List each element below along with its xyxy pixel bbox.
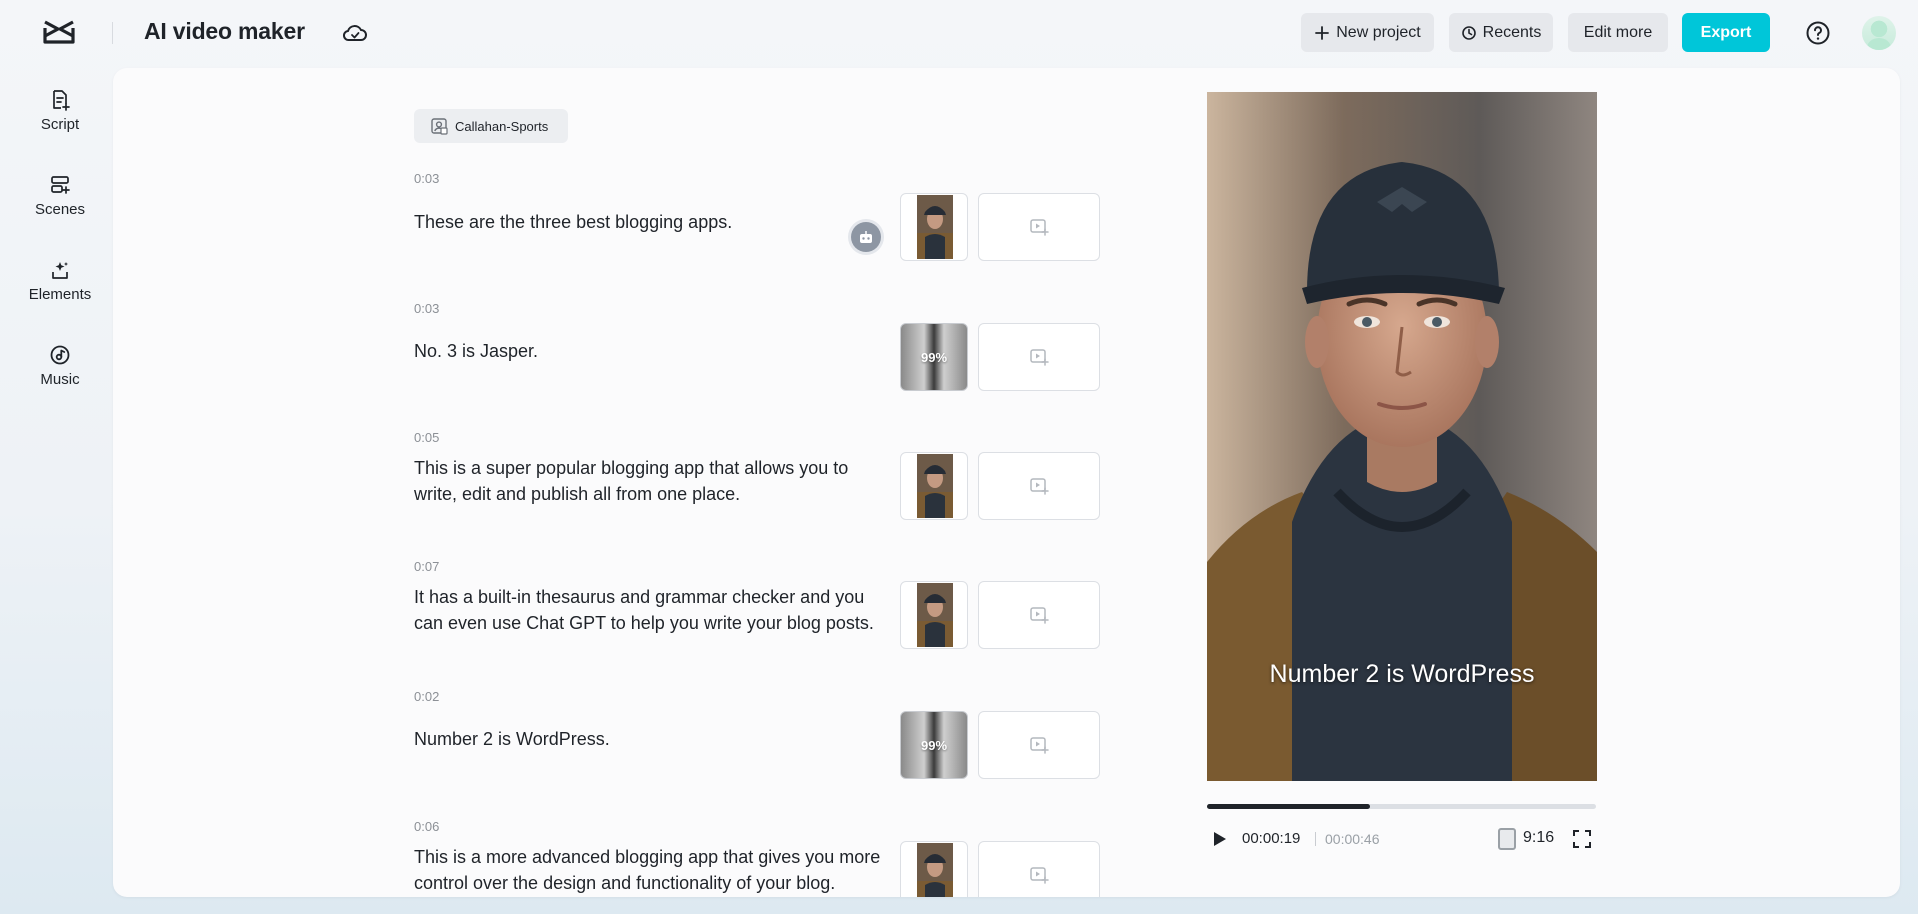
edit-more-button[interactable]: Edit more — [1568, 13, 1668, 52]
add-media-icon — [1030, 478, 1049, 495]
scene-item[interactable]: 0:05 This is a super popular blogging ap… — [414, 430, 1114, 550]
add-media-slot[interactable] — [978, 711, 1100, 779]
music-icon — [50, 345, 70, 365]
add-media-icon — [1030, 219, 1049, 236]
cloud-sync-icon[interactable] — [342, 21, 368, 45]
plus-icon — [1315, 25, 1330, 40]
fullscreen-icon[interactable] — [1572, 829, 1592, 849]
sidebar-item-label: Scenes — [34, 201, 86, 218]
ai-voice-badge[interactable] — [851, 222, 881, 252]
person-thumbnail-icon — [917, 583, 953, 647]
aspect-ratio-label[interactable]: 9:16 — [1523, 829, 1554, 847]
scene-thumbnail[interactable] — [900, 841, 968, 897]
sidebar-item-label: Music — [40, 371, 80, 388]
avatar-tag[interactable]: Callahan-Sports — [414, 109, 569, 143]
clock-icon — [1461, 25, 1476, 40]
time-separator — [1315, 832, 1316, 846]
scene-text[interactable]: No. 3 is Jasper. — [414, 338, 884, 364]
video-caption: Number 2 is WordPress — [1269, 660, 1535, 688]
sidebar-item-label: Script — [40, 116, 80, 133]
robot-icon — [860, 231, 872, 243]
header-divider — [112, 22, 113, 44]
add-media-icon — [1030, 867, 1049, 884]
export-button[interactable]: Export — [1682, 13, 1770, 52]
recents-button[interactable]: Recents — [1449, 13, 1553, 52]
playback-progress-fill — [1207, 804, 1371, 809]
capcut-logo-icon[interactable] — [42, 18, 76, 46]
scene-duration: 0:03 — [414, 171, 440, 186]
add-media-icon — [1030, 349, 1049, 366]
main-panel: Callahan-Sports 0:03 These are the three… — [113, 68, 1900, 897]
play-icon[interactable] — [1209, 829, 1229, 849]
scene-duration: 0:02 — [414, 689, 440, 704]
generation-progress: 99% — [920, 737, 948, 753]
avatar-tag-label: Callahan-Sports — [455, 118, 549, 134]
user-avatar[interactable] — [1862, 16, 1896, 50]
add-media-slot[interactable] — [978, 323, 1100, 391]
person-thumbnail-icon — [917, 454, 953, 518]
elements-icon — [52, 262, 68, 279]
scene-text[interactable]: This is a more advanced blogging app tha… — [414, 844, 884, 896]
scene-thumbnail-loading: 99% — [900, 323, 968, 391]
add-media-icon — [1030, 607, 1049, 624]
recents-label: Recents — [1482, 23, 1542, 41]
current-time: 00:00:19 — [1242, 830, 1301, 847]
new-project-button[interactable]: New project — [1301, 13, 1434, 52]
help-icon[interactable] — [1805, 20, 1831, 46]
aspect-ratio-icon[interactable] — [1498, 828, 1516, 850]
scene-item[interactable]: 0:06 This is a more advanced blogging ap… — [414, 819, 1114, 897]
sidebar-item-scenes[interactable]: Scenes — [10, 161, 110, 231]
scene-duration: 0:03 — [414, 301, 440, 316]
playback-controls: 00:00:19 00:00:46 9:16 — [1207, 826, 1597, 852]
person-thumbnail-icon — [917, 843, 953, 897]
add-media-slot[interactable] — [978, 193, 1100, 261]
top-bar: AI video maker New project Recents Edit … — [0, 0, 1918, 66]
sidebar-item-script[interactable]: Script — [10, 76, 110, 146]
scene-text[interactable]: These are the three best blogging apps. — [414, 209, 884, 235]
scene-duration: 0:06 — [414, 819, 440, 834]
person-thumbnail-icon — [917, 195, 953, 259]
scene-item[interactable]: 0:03 No. 3 is Jasper. 99% — [414, 301, 1114, 421]
total-time: 00:00:46 — [1325, 831, 1380, 847]
avatar-swap-icon — [431, 118, 448, 135]
scene-item[interactable]: 0:03 These are the three best blogging a… — [414, 171, 1114, 291]
playback-progress-bar[interactable] — [1207, 804, 1596, 809]
new-project-label: New project — [1336, 23, 1421, 41]
sidebar-item-elements[interactable]: Elements — [10, 246, 110, 316]
scene-thumbnail[interactable] — [900, 581, 968, 649]
scene-text[interactable]: It has a built-in thesaurus and grammar … — [414, 584, 884, 636]
scene-thumbnail[interactable] — [900, 193, 968, 261]
scene-text[interactable]: This is a super popular blogging app tha… — [414, 455, 884, 507]
sidebar-item-music[interactable]: Music — [10, 331, 110, 401]
scene-item[interactable]: 0:02 Number 2 is WordPress. 99% — [414, 689, 1114, 809]
sidebar-item-label: Elements — [28, 286, 92, 303]
scene-thumbnail-loading: 99% — [900, 711, 968, 779]
add-media-slot[interactable] — [978, 452, 1100, 520]
generation-progress: 99% — [920, 349, 948, 365]
scenes-icon — [51, 176, 70, 194]
add-media-slot[interactable] — [978, 841, 1100, 897]
app-title: AI video maker — [144, 18, 305, 44]
scene-thumbnail[interactable] — [900, 452, 968, 520]
video-preview[interactable]: Number 2 is WordPress — [1207, 92, 1597, 781]
scene-duration: 0:07 — [414, 559, 440, 574]
add-media-icon — [1030, 737, 1049, 754]
scene-duration: 0:05 — [414, 430, 440, 445]
sidebar: Script Scenes Elements Music — [0, 66, 112, 914]
add-media-slot[interactable] — [978, 581, 1100, 649]
script-icon — [53, 90, 70, 111]
scene-text[interactable]: Number 2 is WordPress. — [414, 726, 884, 752]
scene-item[interactable]: 0:07 It has a built-in thesaurus and gra… — [414, 559, 1114, 679]
